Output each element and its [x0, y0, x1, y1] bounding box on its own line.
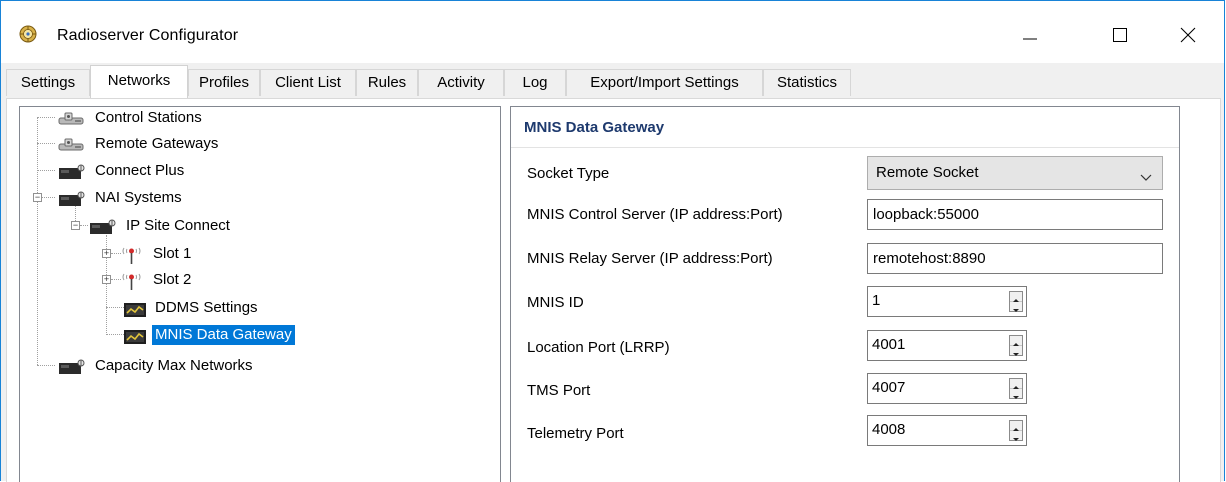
telemetry-port-stepper[interactable]: 4008: [867, 415, 1027, 446]
network-device-icon: [87, 215, 117, 237]
telemetry-port-label: Telemetry Port: [527, 425, 624, 442]
settings-panel: MNIS Data Gateway Socket Type Remote Soc…: [510, 106, 1180, 482]
location-port-label: Location Port (LRRP): [527, 339, 670, 356]
decrement-arrow-icon[interactable]: [1010, 346, 1022, 356]
tab-rules[interactable]: Rules: [356, 69, 418, 96]
mnis-id-label: MNIS ID: [527, 294, 584, 311]
tab-activity[interactable]: Activity: [418, 69, 504, 96]
tree-item-label: Connect Plus: [95, 162, 185, 179]
tab-strip: Settings Networks Profiles Client List R…: [1, 63, 1224, 99]
telemetry-port-value: 4008: [872, 421, 906, 438]
tab-export-import-settings[interactable]: Export/Import Settings: [566, 69, 763, 96]
title-bar: Radioserver Configurator: [1, 1, 1224, 63]
spinner-buttons: [1009, 335, 1023, 356]
maximize-button[interactable]: [1097, 15, 1143, 55]
tab-profiles[interactable]: Profiles: [188, 69, 260, 96]
radio-stations-icon: [56, 107, 86, 129]
decrement-arrow-icon[interactable]: [1010, 389, 1022, 399]
tree-item-label: Slot 2: [153, 271, 192, 288]
relay-server-label: MNIS Relay Server (IP address:Port): [527, 250, 773, 267]
tab-statistics[interactable]: Statistics: [763, 69, 851, 96]
minimize-button[interactable]: [1007, 15, 1053, 55]
increment-arrow-icon[interactable]: [1010, 292, 1022, 302]
socket-type-dropdown[interactable]: Remote Socket: [867, 156, 1163, 190]
expand-slot-1-icon[interactable]: +: [102, 249, 111, 258]
antenna-icon: [120, 269, 150, 291]
network-tree[interactable]: − − + + Control Stations Remote Gateways…: [19, 106, 501, 482]
increment-arrow-icon[interactable]: [1010, 421, 1022, 431]
chevron-down-icon: [1140, 169, 1152, 186]
decrement-arrow-icon[interactable]: [1010, 302, 1022, 312]
network-device-icon: [56, 187, 86, 209]
spinner-buttons: [1009, 291, 1023, 312]
mnis-id-stepper[interactable]: 1: [867, 286, 1027, 317]
tree-item-label: NAI Systems: [95, 189, 182, 206]
radioserver-app-icon: [19, 25, 37, 43]
window-title: Radioserver Configurator: [57, 27, 239, 44]
spinner-buttons: [1009, 420, 1023, 441]
close-icon: [1180, 27, 1196, 43]
minimize-icon: [1023, 38, 1037, 40]
tms-port-label: TMS Port: [527, 382, 591, 399]
radio-stations-icon: [56, 133, 86, 155]
tms-port-stepper[interactable]: 4007: [867, 373, 1027, 404]
tab-settings[interactable]: Settings: [6, 69, 90, 96]
relay-server-input[interactable]: [867, 243, 1163, 274]
maximize-icon: [1113, 28, 1127, 42]
close-button[interactable]: [1165, 15, 1211, 55]
network-device-icon: [56, 160, 86, 182]
panel-divider: [511, 147, 1179, 148]
spinner-buttons: [1009, 378, 1023, 399]
control-server-label: MNIS Control Server (IP address:Port): [527, 206, 783, 223]
tab-client-list[interactable]: Client List: [260, 69, 356, 96]
network-device-icon: [56, 355, 86, 377]
gateway-monitor-icon: [122, 324, 152, 346]
decrement-arrow-icon[interactable]: [1010, 431, 1022, 441]
expand-slot-2-icon[interactable]: +: [102, 275, 111, 284]
tree-item-label: MNIS Data Gateway: [152, 325, 295, 345]
location-port-stepper[interactable]: 4001: [867, 330, 1027, 361]
tms-port-value: 4007: [872, 379, 906, 396]
increment-arrow-icon[interactable]: [1010, 379, 1022, 389]
tree-item-label: Capacity Max Networks: [95, 357, 253, 374]
antenna-icon: [120, 243, 150, 265]
collapse-nai-systems-icon[interactable]: −: [33, 193, 42, 202]
tab-networks[interactable]: Networks: [90, 65, 188, 98]
panel-title: MNIS Data Gateway: [524, 119, 665, 136]
tab-log[interactable]: Log: [504, 69, 566, 96]
mnis-id-value: 1: [872, 292, 881, 309]
tree-item-label: IP Site Connect: [126, 217, 230, 234]
socket-type-value: Remote Socket: [876, 164, 979, 181]
increment-arrow-icon[interactable]: [1010, 336, 1022, 346]
control-server-input[interactable]: [867, 199, 1163, 230]
tree-item-label: DDMS Settings: [155, 299, 258, 316]
app-window: Radioserver Configurator Settings Networ…: [0, 0, 1225, 482]
socket-type-label: Socket Type: [527, 165, 610, 182]
location-port-value: 4001: [872, 336, 906, 353]
collapse-ip-site-connect-icon[interactable]: −: [71, 221, 80, 230]
gateway-monitor-icon: [122, 297, 152, 319]
tree-item-label: Control Stations: [95, 109, 202, 126]
tree-item-label: Remote Gateways: [95, 135, 219, 152]
tree-item-label: Slot 1: [153, 245, 192, 262]
